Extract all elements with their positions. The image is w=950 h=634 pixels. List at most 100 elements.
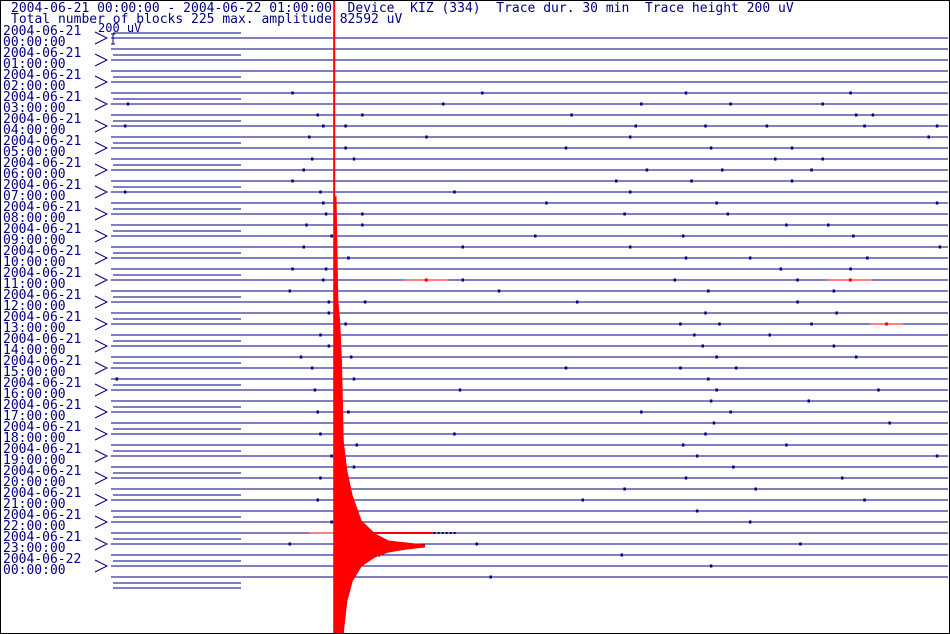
row-arrow [94, 229, 109, 243]
trace-blip [645, 168, 649, 172]
trace-blip [361, 212, 364, 216]
trace-blip [322, 278, 325, 282]
trace-blip [461, 278, 465, 282]
trace-blip [810, 168, 813, 172]
trace-blip [871, 113, 875, 117]
trace-blip [126, 102, 130, 106]
trace-blip [821, 102, 824, 106]
trace-blip [640, 102, 643, 106]
trace-blip [695, 509, 699, 513]
trace-blip [866, 256, 869, 260]
trace-blip [799, 542, 802, 546]
trace-blip [704, 124, 707, 128]
trace-blip [796, 278, 799, 282]
trace-blip [640, 410, 643, 414]
red-segment-marker [424, 278, 428, 282]
event-envelope [333, 195, 426, 633]
row-arrow [94, 163, 109, 177]
trace-blip [832, 289, 836, 293]
trace-blip [852, 234, 855, 238]
trace-blip [310, 366, 314, 370]
trace-blip [729, 410, 732, 414]
trace-blip [344, 322, 347, 326]
row-arrow [94, 251, 109, 265]
trace-blip [726, 212, 730, 216]
row-arrow [94, 537, 109, 551]
trace-blip [363, 300, 367, 304]
trace-blip [534, 234, 537, 238]
trace-blip [575, 300, 579, 304]
trace-blip [695, 454, 699, 458]
trace-blip [497, 289, 501, 293]
event-coda-dot [441, 532, 444, 534]
trace-blip [327, 300, 331, 304]
row-arrow [94, 119, 109, 133]
trace-blip [305, 223, 308, 227]
trace-blip [681, 443, 685, 447]
trace-blip [774, 157, 777, 161]
trace-blip [352, 465, 356, 469]
trace-blip [327, 344, 331, 348]
trace-blip [291, 267, 294, 271]
trace-blip [623, 212, 626, 216]
trace-blip [324, 267, 328, 271]
trace-blip [319, 190, 322, 194]
trace-blip [620, 553, 624, 557]
trace-blip [863, 124, 866, 128]
trace-blip [319, 432, 322, 436]
trace-blip [704, 432, 707, 436]
trace-blip [681, 234, 685, 238]
trace-blip [729, 102, 732, 106]
trace-blip [704, 311, 707, 315]
trace-blip [453, 190, 456, 194]
trace-blip [718, 322, 721, 326]
trace-blip [302, 245, 306, 249]
trace-blip [715, 355, 718, 359]
trace-blip [877, 388, 880, 392]
trace-blip [355, 443, 359, 447]
trace-blip [489, 575, 492, 579]
trace-blip [545, 201, 548, 205]
trace-blip [313, 388, 317, 392]
trace-blip [679, 366, 682, 370]
trace-blip [854, 355, 858, 359]
row-arrow [94, 75, 109, 89]
trace-blip [832, 344, 836, 348]
trace-blip [785, 223, 788, 227]
row-label-time: 00:00:00 [3, 563, 66, 578]
trace-blip [840, 476, 844, 480]
trace-blip [628, 245, 632, 249]
trace-blip [712, 421, 716, 425]
trace-blip [715, 201, 718, 205]
row-arrow [94, 273, 109, 287]
trace-blip [581, 498, 585, 502]
row-arrow [94, 559, 109, 573]
trace-blip [748, 256, 752, 260]
helicorder-plot: 200 uV2004-06-2100:00:002004-06-2101:00:… [3, 1, 948, 633]
event-coda-dot [445, 532, 448, 534]
row-arrow [94, 339, 109, 353]
trace-blip [322, 124, 325, 128]
row-arrow [94, 53, 109, 67]
red-segment-marker [885, 322, 889, 326]
trace-blip [709, 399, 713, 403]
trace-blip [564, 366, 568, 370]
trace-blip [796, 300, 799, 304]
trace-blip [481, 91, 484, 95]
trace-blip [123, 124, 127, 128]
trace-blip [570, 113, 573, 117]
row-arrow [94, 317, 109, 331]
trace-blip [748, 520, 752, 524]
trace-blip [821, 157, 824, 161]
trace-blip [324, 212, 328, 216]
trace-blip [316, 113, 319, 117]
trace-blip [628, 135, 632, 139]
trace-blip [361, 223, 364, 227]
row-arrow [94, 295, 109, 309]
row-arrow [94, 141, 109, 155]
trace-blip [827, 223, 830, 227]
trace-blip [361, 113, 364, 117]
trace-blip [123, 190, 127, 194]
row-arrow [94, 427, 109, 441]
trace-blip [425, 135, 428, 139]
